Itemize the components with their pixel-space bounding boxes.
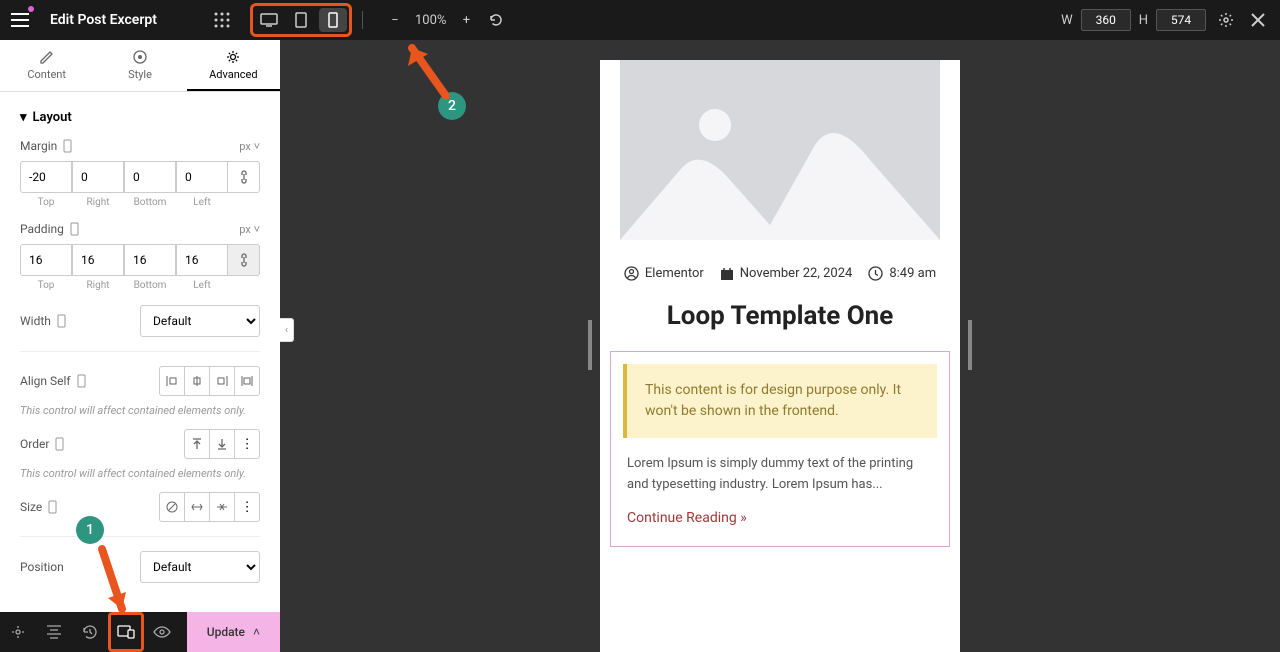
featured-image-placeholder: [620, 60, 940, 240]
zoom-out-button[interactable]: −: [385, 10, 405, 30]
responsive-device-group: [250, 3, 352, 37]
zoom-in-button[interactable]: +: [456, 10, 476, 30]
clock-icon: [868, 266, 883, 281]
chevron-up-icon: ˄: [253, 625, 260, 639]
position-select[interactable]: Default: [140, 551, 260, 583]
size-more-button[interactable]: ⋮: [234, 492, 260, 522]
size-none-button[interactable]: [159, 492, 185, 522]
align-start-button[interactable]: [159, 366, 185, 396]
excerpt-widget[interactable]: This content is for design purpose only.…: [610, 351, 950, 547]
device-icon: [55, 437, 64, 451]
sidebar-collapse-handle[interactable]: ‹: [280, 318, 294, 342]
mobile-preview: Elementor November 22, 2024 8:49 am Loop…: [600, 60, 960, 652]
mobile-device-button[interactable]: [319, 8, 347, 32]
meta-time: 8:49 am: [868, 266, 936, 281]
margin-unit-select[interactable]: px ˅: [239, 140, 260, 153]
canvas-resize-left[interactable]: [588, 320, 592, 370]
tab-advanced[interactable]: Advanced: [187, 40, 280, 91]
annotation-arrow-1: [94, 544, 134, 624]
align-end-button[interactable]: [209, 366, 235, 396]
meta-date: November 22, 2024: [720, 266, 853, 281]
user-icon: [624, 266, 639, 281]
width-label: Width: [20, 314, 66, 328]
order-more-button[interactable]: ⋮: [234, 429, 260, 459]
canvas-resize-right[interactable]: [968, 320, 972, 370]
size-grow-button[interactable]: [184, 492, 210, 522]
tab-content[interactable]: Content: [0, 40, 93, 91]
margin-top-input[interactable]: [20, 161, 72, 193]
canvas-width-input[interactable]: [1081, 9, 1131, 31]
align-stretch-button[interactable]: [234, 366, 260, 396]
padding-label: Padding: [20, 222, 79, 236]
excerpt-text: Lorem Ipsum is simply dummy text of the …: [623, 454, 937, 510]
align-self-label: Align Self: [20, 374, 86, 388]
order-label: Order: [20, 437, 64, 451]
close-button[interactable]: [1246, 8, 1270, 32]
preview-canvas: Elementor November 22, 2024 8:49 am Loop…: [280, 40, 1280, 652]
calendar-icon: [720, 267, 734, 281]
page-settings-icon[interactable]: [0, 612, 36, 652]
order-last-button[interactable]: [209, 429, 235, 459]
page-title: Edit Post Excerpt: [40, 12, 167, 28]
desktop-device-button[interactable]: [255, 8, 283, 32]
update-button[interactable]: Update ˄: [187, 612, 280, 652]
size-label: Size: [20, 500, 57, 514]
zoom-controls: − 100% +: [385, 10, 506, 30]
zoom-reset-button[interactable]: [486, 10, 506, 30]
padding-bottom-input[interactable]: [124, 244, 176, 276]
size-shrink-button[interactable]: [209, 492, 235, 522]
align-help-text: This control will affect contained eleme…: [20, 404, 260, 417]
elements-grid-button[interactable]: [202, 0, 242, 40]
canvas-height-input[interactable]: [1156, 9, 1206, 31]
padding-top-input[interactable]: [20, 244, 72, 276]
align-center-button[interactable]: [184, 366, 210, 396]
zoom-level: 100%: [415, 13, 446, 28]
editor-tabs: Content Style Advanced: [0, 40, 280, 92]
margin-label: Margin: [20, 139, 72, 153]
navigator-icon[interactable]: [36, 612, 72, 652]
size-buttons: ⋮: [159, 492, 260, 522]
tab-style[interactable]: Style: [93, 40, 186, 91]
meta-author: Elementor: [624, 266, 704, 281]
align-self-buttons: [159, 366, 260, 396]
editor-sidebar: Content Style Advanced ▾ Layout Margin p…: [0, 40, 280, 612]
position-label: Position: [20, 560, 64, 574]
design-notice: This content is for design purpose only.…: [623, 364, 937, 438]
margin-bottom-input[interactable]: [124, 161, 176, 193]
editor-footer: Update ˄: [0, 612, 280, 652]
device-icon: [70, 222, 79, 236]
order-buttons: ⋮: [184, 429, 260, 459]
read-more-link[interactable]: Continue Reading »: [623, 510, 937, 534]
margin-right-input[interactable]: [72, 161, 124, 193]
width-select[interactable]: Default: [140, 305, 260, 337]
settings-icon[interactable]: [1214, 8, 1238, 32]
padding-right-input[interactable]: [72, 244, 124, 276]
margin-link-button[interactable]: [228, 161, 260, 193]
tablet-device-button[interactable]: [287, 8, 315, 32]
annotation-badge-1: 1: [76, 516, 104, 544]
order-help-text: This control will affect contained eleme…: [20, 467, 260, 480]
padding-link-button[interactable]: [228, 244, 260, 276]
top-header: Edit Post Excerpt − 100% + W H: [0, 0, 1280, 40]
device-icon: [48, 500, 57, 514]
post-meta: Elementor November 22, 2024 8:49 am: [600, 240, 960, 295]
width-label: W: [1061, 13, 1073, 28]
post-title: Loop Template One: [600, 295, 960, 351]
device-icon: [77, 374, 86, 388]
device-icon: [63, 139, 72, 153]
padding-unit-select[interactable]: px ˅: [239, 223, 260, 236]
preview-icon[interactable]: [144, 612, 180, 652]
margin-left-input[interactable]: [176, 161, 228, 193]
annotation-arrow-2: [398, 36, 458, 106]
layout-section-header[interactable]: ▾ Layout: [20, 92, 260, 139]
caret-down-icon: ▾: [20, 110, 27, 125]
height-label: H: [1139, 13, 1148, 28]
device-icon: [57, 314, 66, 328]
padding-left-input[interactable]: [176, 244, 228, 276]
menu-button[interactable]: [0, 0, 40, 40]
order-first-button[interactable]: [184, 429, 210, 459]
